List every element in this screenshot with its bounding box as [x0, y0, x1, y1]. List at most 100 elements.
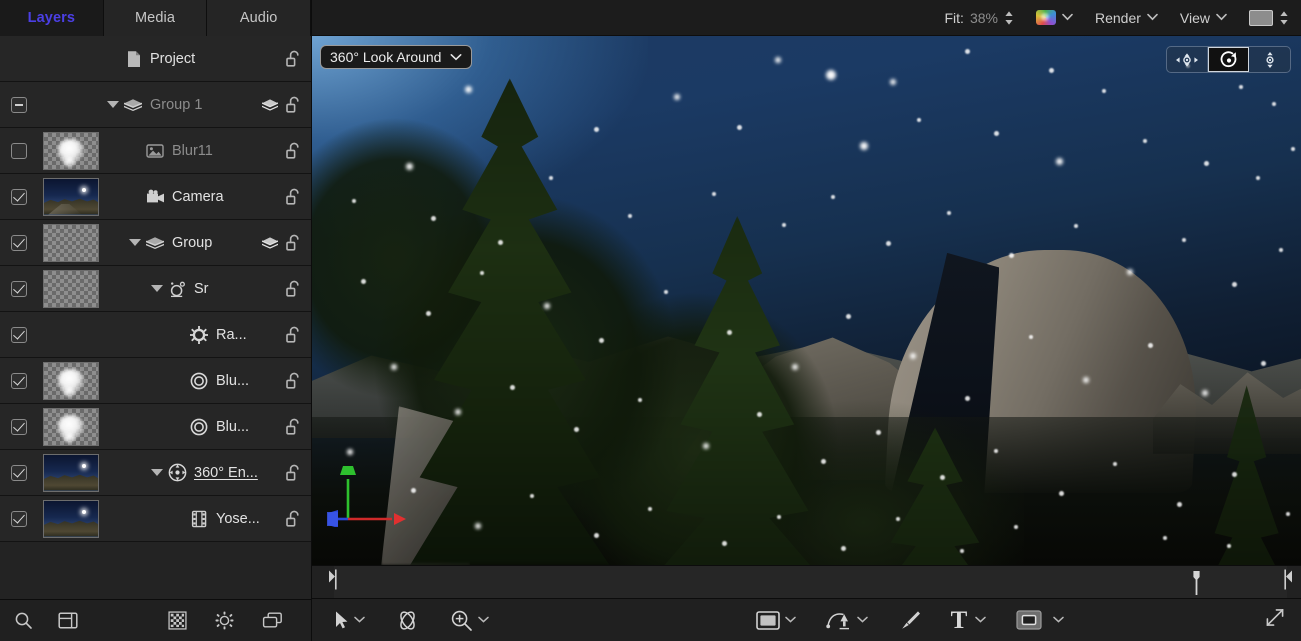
chevron-down-icon[interactable] [478, 615, 489, 626]
layer-row-sr[interactable]: Sr [0, 266, 311, 312]
layer-list[interactable]: Project Group 1 Blur11 Camera Group Sr Ra... Bl… [0, 36, 311, 599]
layer-enable-checkbox[interactable] [11, 373, 27, 389]
chevron-down-icon[interactable] [975, 615, 986, 626]
layer-enable-checkbox[interactable] [11, 465, 27, 481]
layer-enable-cell[interactable] [0, 327, 38, 343]
chevron-down-icon[interactable] [785, 615, 796, 626]
play-end-marker[interactable] [1283, 568, 1293, 597]
chevron-down-icon[interactable] [450, 48, 462, 66]
layer-row-group-1[interactable]: Group 1 [0, 82, 311, 128]
chevron-down-icon[interactable] [857, 615, 868, 626]
new-group-icon[interactable] [58, 611, 78, 630]
layer-row-project[interactable]: Project [0, 36, 311, 82]
layer-enable-cell[interactable] [0, 235, 38, 251]
tab-layers[interactable]: Layers [0, 0, 104, 36]
disclosure-triangle-icon[interactable] [148, 285, 166, 292]
bezier-pen-tool[interactable] [826, 609, 868, 632]
unlocked-icon[interactable] [286, 418, 300, 435]
layer-row-yose[interactable]: Yose... [0, 496, 311, 542]
layer-row-360-en[interactable]: 360° En... [0, 450, 311, 496]
tab-audio[interactable]: Audio [207, 0, 311, 36]
chevron-down-icon[interactable] [1053, 615, 1064, 626]
layer-enable-cell[interactable] [0, 373, 38, 389]
play-start-marker[interactable] [328, 568, 338, 597]
layer-enable-checkbox[interactable] [11, 511, 27, 527]
layer-row-blur11[interactable]: Blur11 [0, 128, 311, 174]
unlocked-icon[interactable] [286, 234, 300, 251]
unlocked-icon[interactable] [286, 280, 300, 297]
unlocked-icon[interactable] [286, 96, 300, 113]
layer-enable-checkbox[interactable] [11, 419, 27, 435]
layer-enable-cell[interactable] [0, 189, 38, 205]
color-channel-control[interactable] [1036, 10, 1073, 25]
pan-3d-icon[interactable] [1167, 47, 1208, 72]
expand-arrows-icon[interactable] [1265, 608, 1285, 633]
layer-name-label[interactable]: Camera [172, 189, 224, 205]
layer-enable-cell[interactable] [0, 97, 38, 113]
layer-name-label[interactable]: Blur11 [172, 143, 213, 159]
dolly-3d-icon[interactable] [1249, 47, 1290, 72]
fit-zoom-control[interactable]: Fit: 38% [945, 10, 1014, 26]
view-mode-dropdown[interactable]: 360° Look Around [320, 45, 472, 69]
layer-enable-cell[interactable] [0, 419, 38, 435]
gear-icon[interactable] [215, 611, 234, 630]
layer-enable-checkbox[interactable] [11, 143, 27, 159]
render-menu[interactable]: Render [1095, 10, 1158, 26]
paint-stroke-tool[interactable] [898, 609, 921, 632]
stepper-icon[interactable] [1279, 10, 1289, 26]
chevron-down-icon[interactable] [354, 615, 365, 626]
layer-row-blu[interactable]: Blu... [0, 358, 311, 404]
text-tool[interactable]: T [951, 608, 987, 633]
layer-row-ra[interactable]: Ra... [0, 312, 311, 358]
layer-enable-checkbox[interactable] [11, 189, 27, 205]
layer-name-label[interactable]: Sr [194, 281, 209, 297]
checkerboard-icon[interactable] [168, 611, 187, 630]
group-stack-icon[interactable] [261, 98, 279, 112]
layer-name-label[interactable]: Blu... [216, 373, 249, 389]
layer-enable-cell[interactable] [0, 281, 38, 297]
duplicate-icon[interactable] [262, 611, 283, 630]
layer-name-label[interactable]: 360° En... [194, 465, 258, 481]
layer-enable-checkbox[interactable] [11, 327, 27, 343]
tab-media[interactable]: Media [104, 0, 208, 36]
layer-enable-checkbox[interactable] [11, 281, 27, 297]
unlocked-icon[interactable] [286, 464, 300, 481]
timeline-scrubber[interactable] [312, 565, 1301, 599]
zoom-tool[interactable] [450, 609, 489, 632]
layer-row-blu[interactable]: Blu... [0, 404, 311, 450]
3d-axis-gizmo[interactable] [326, 457, 416, 527]
layer-row-group[interactable]: Group [0, 220, 311, 266]
unlocked-icon[interactable] [286, 510, 300, 527]
layer-name-label[interactable]: Blu... [216, 419, 249, 435]
layer-enable-checkbox[interactable] [11, 235, 27, 251]
layer-name-label[interactable]: Group 1 [150, 97, 202, 113]
timeline-track[interactable] [334, 566, 1287, 598]
layer-enable-cell[interactable] [0, 465, 38, 481]
layer-row-camera[interactable]: Camera [0, 174, 311, 220]
mask-tool[interactable] [1016, 610, 1064, 630]
layer-name-label[interactable]: Group [172, 235, 212, 251]
disclosure-triangle-icon[interactable] [126, 239, 144, 246]
view-menu[interactable]: View [1180, 10, 1227, 26]
disclosure-triangle-icon[interactable] [148, 469, 166, 476]
canvas-viewer[interactable]: 360° Look Around [312, 36, 1301, 565]
select-arrow-tool[interactable] [334, 610, 365, 630]
layer-name-label[interactable]: Yose... [216, 511, 260, 527]
stepper-icon[interactable] [1004, 10, 1014, 26]
unlocked-icon[interactable] [286, 50, 300, 67]
layer-enable-cell[interactable] [0, 143, 38, 159]
unlocked-icon[interactable] [286, 326, 300, 343]
unlocked-icon[interactable] [286, 372, 300, 389]
layer-enable-cell[interactable] [0, 511, 38, 527]
3d-transform-tool[interactable] [395, 608, 420, 633]
disclosure-triangle-icon[interactable] [104, 101, 122, 108]
shape-tool[interactable] [756, 611, 796, 630]
playhead-marker[interactable] [1192, 570, 1201, 596]
layer-name-label[interactable]: Ra... [216, 327, 247, 343]
search-icon[interactable] [14, 611, 33, 630]
canvas-layout-control[interactable] [1249, 10, 1289, 26]
chevron-down-icon[interactable] [1216, 12, 1227, 24]
unlocked-icon[interactable] [286, 142, 300, 159]
layer-name-label[interactable]: Project [150, 51, 195, 67]
chevron-down-icon[interactable] [1147, 12, 1158, 24]
